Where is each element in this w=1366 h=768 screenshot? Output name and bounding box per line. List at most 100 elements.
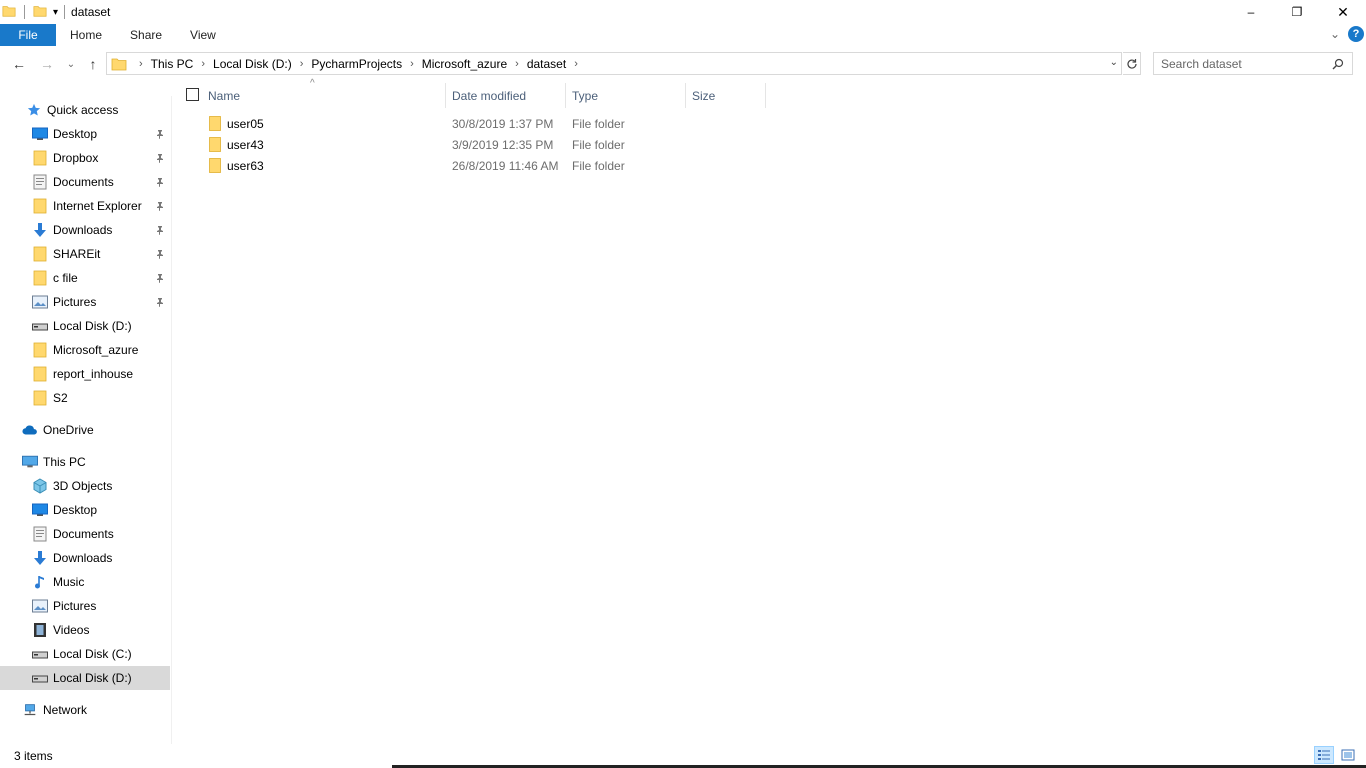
drive-icon bbox=[32, 318, 48, 334]
pin-icon bbox=[155, 128, 165, 142]
column-size[interactable]: Size bbox=[692, 83, 766, 108]
sidebar-item-label: Desktop bbox=[53, 127, 98, 141]
recent-locations-button[interactable]: ⌄ bbox=[64, 54, 78, 74]
sidebar-item-local-disk-d[interactable]: Local Disk (D:) bbox=[0, 314, 170, 338]
sidebar-item-music[interactable]: Music bbox=[0, 570, 170, 594]
sidebar-item-desktop[interactable]: Desktop bbox=[0, 498, 170, 522]
sidebar-item-desktop[interactable]: Desktop bbox=[0, 122, 170, 146]
large-icons-view-button[interactable] bbox=[1338, 746, 1358, 764]
search-box[interactable] bbox=[1153, 52, 1353, 75]
tab-home[interactable]: Home bbox=[56, 24, 116, 46]
chevron-right-icon[interactable]: › bbox=[574, 58, 578, 70]
item-count: 3 items bbox=[14, 749, 53, 763]
file-type: File folder bbox=[572, 158, 625, 173]
tab-view[interactable]: View bbox=[176, 24, 230, 46]
address-dropdown-icon[interactable]: ⌄ bbox=[1110, 57, 1118, 68]
details-view-icon bbox=[1318, 750, 1330, 760]
up-button[interactable]: ↑ bbox=[84, 54, 102, 74]
sidebar-item-downloads[interactable]: Downloads bbox=[0, 218, 170, 242]
sidebar-item-documents[interactable]: Documents bbox=[0, 170, 170, 194]
tab-share[interactable]: Share bbox=[116, 24, 176, 46]
sidebar-item-label: S2 bbox=[53, 391, 68, 405]
folder-icon[interactable] bbox=[2, 4, 16, 21]
sidebar-item-report-inhouse[interactable]: report_inhouse bbox=[0, 362, 170, 386]
video-icon bbox=[32, 622, 48, 638]
search-icon[interactable] bbox=[1332, 58, 1344, 70]
chevron-right-icon[interactable]: › bbox=[201, 58, 205, 70]
sidebar-item-documents[interactable]: Documents bbox=[0, 522, 170, 546]
sidebar-item-quick-access[interactable]: Quick access bbox=[0, 98, 170, 122]
breadcrumb-microsoft-azure[interactable]: Microsoft_azure bbox=[422, 57, 507, 71]
breadcrumb-pycharmprojects[interactable]: PycharmProjects bbox=[311, 57, 402, 71]
download-icon bbox=[32, 222, 48, 238]
sidebar-item-pictures[interactable]: Pictures bbox=[0, 290, 170, 314]
details-view-button[interactable] bbox=[1314, 746, 1334, 764]
download-icon bbox=[32, 550, 48, 566]
sidebar-item-label: c file bbox=[53, 271, 78, 285]
breadcrumb: › This PC › Local Disk (D:) › PycharmPro… bbox=[131, 57, 586, 71]
divider bbox=[24, 5, 25, 19]
close-button[interactable]: ✕ bbox=[1320, 0, 1366, 24]
search-input[interactable] bbox=[1161, 56, 1331, 71]
sidebar-item-label: Documents bbox=[53, 175, 114, 189]
customize-toolbar-icon[interactable]: ▾ bbox=[53, 7, 58, 18]
computer-icon bbox=[22, 454, 38, 470]
sidebar-item-c-file[interactable]: c file bbox=[0, 266, 170, 290]
select-all-checkbox[interactable] bbox=[186, 88, 199, 101]
maximize-button[interactable]: ❐ bbox=[1274, 0, 1320, 24]
desktop-icon bbox=[32, 126, 48, 142]
minimize-button[interactable]: – bbox=[1228, 0, 1274, 24]
column-name[interactable]: Name bbox=[208, 83, 446, 108]
pin-icon bbox=[155, 224, 165, 238]
folder-icon bbox=[32, 198, 48, 214]
table-row[interactable]: user43 3/9/2019 12:35 PM File folder bbox=[180, 134, 780, 155]
pin-icon bbox=[155, 296, 165, 310]
sidebar-item-label: Local Disk (C:) bbox=[53, 647, 132, 661]
table-row[interactable]: user63 26/8/2019 11:46 AM File folder bbox=[180, 155, 780, 176]
tab-file[interactable]: File bbox=[0, 24, 56, 46]
sidebar-item-downloads[interactable]: Downloads bbox=[0, 546, 170, 570]
sidebar-item-s2[interactable]: S2 bbox=[0, 386, 170, 410]
forward-button[interactable]: → bbox=[38, 54, 56, 74]
refresh-button[interactable] bbox=[1123, 52, 1141, 75]
sidebar-item-label: Documents bbox=[53, 527, 114, 541]
sidebar-item-label: OneDrive bbox=[43, 423, 94, 437]
address-bar[interactable]: › This PC › Local Disk (D:) › PycharmPro… bbox=[106, 52, 1122, 75]
view-buttons bbox=[1314, 746, 1358, 764]
expand-ribbon-icon[interactable]: ⌄ bbox=[1330, 27, 1340, 41]
sidebar-item-network[interactable]: Network bbox=[0, 698, 170, 722]
table-row[interactable]: user05 30/8/2019 1:37 PM File folder bbox=[180, 113, 780, 134]
sidebar-item-this-pc[interactable]: This PC bbox=[0, 450, 170, 474]
sidebar-item-label: Pictures bbox=[53, 295, 97, 309]
column-date-modified[interactable]: Date modified bbox=[452, 83, 566, 108]
pictures-icon bbox=[32, 294, 48, 310]
sidebar-item-onedrive[interactable]: OneDrive bbox=[0, 418, 170, 442]
help-icon[interactable]: ? bbox=[1348, 26, 1364, 42]
breadcrumb-dataset[interactable]: dataset bbox=[527, 57, 566, 71]
sidebar-item-dropbox[interactable]: Dropbox bbox=[0, 146, 170, 170]
large-icons-view-icon bbox=[1341, 749, 1355, 761]
chevron-right-icon[interactable]: › bbox=[410, 58, 414, 70]
chevron-right-icon[interactable]: › bbox=[515, 58, 519, 70]
back-button[interactable]: ← bbox=[10, 54, 28, 74]
sidebar-item-local-disk-c[interactable]: Local Disk (C:) bbox=[0, 642, 170, 666]
chevron-right-icon[interactable]: › bbox=[300, 58, 304, 70]
breadcrumb-local-disk-d[interactable]: Local Disk (D:) bbox=[213, 57, 292, 71]
chevron-right-icon[interactable]: › bbox=[139, 58, 143, 70]
sidebar-item-internet-explorer[interactable]: Internet Explorer bbox=[0, 194, 170, 218]
music-icon bbox=[32, 574, 48, 590]
sidebar-item-3d-objects[interactable]: 3D Objects bbox=[0, 474, 170, 498]
sidebar-item-shareit[interactable]: SHAREit bbox=[0, 242, 170, 266]
new-folder-icon[interactable] bbox=[33, 4, 47, 21]
sidebar-item-local-disk-d[interactable]: Local Disk (D:) bbox=[0, 666, 170, 690]
drive-icon bbox=[32, 670, 48, 686]
sidebar-item-pictures[interactable]: Pictures bbox=[0, 594, 170, 618]
sidebar-item-microsoft-azure[interactable]: Microsoft_azure bbox=[0, 338, 170, 362]
column-type[interactable]: Type bbox=[572, 83, 686, 108]
sidebar-item-label: Desktop bbox=[53, 503, 98, 517]
breadcrumb-this-pc[interactable]: This PC bbox=[151, 57, 194, 71]
sidebar-item-videos[interactable]: Videos bbox=[0, 618, 170, 642]
folder-icon bbox=[111, 56, 127, 72]
sidebar-item-label: Pictures bbox=[53, 599, 97, 613]
ribbon-tabs: File Home Share View ⌄ ? bbox=[0, 24, 1366, 46]
